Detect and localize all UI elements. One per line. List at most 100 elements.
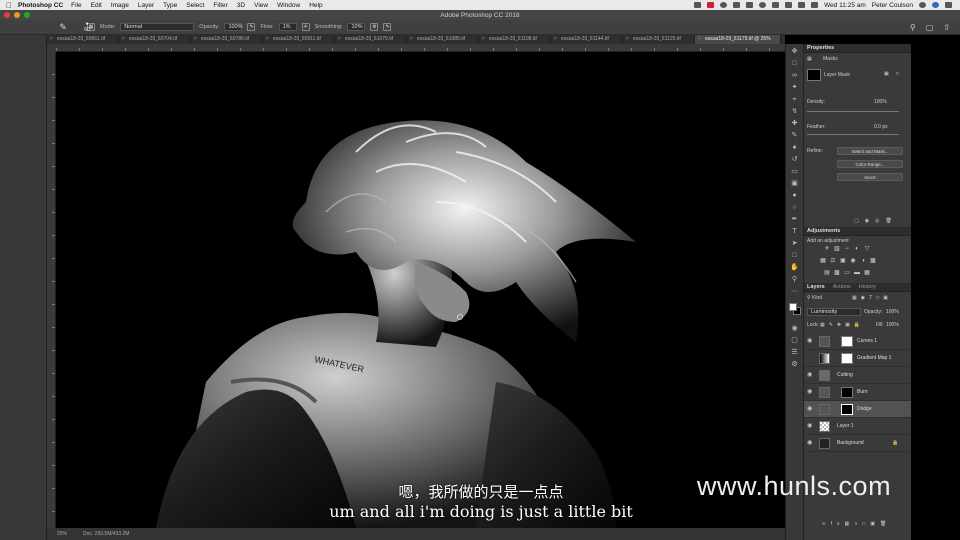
sync-icon[interactable] xyxy=(720,2,728,8)
visibility-eye-icon[interactable]: ◉ xyxy=(807,440,813,446)
adjustments-title[interactable]: Adjustments xyxy=(807,227,840,235)
menu-app-name[interactable]: Photoshop CC xyxy=(18,2,63,9)
path-selection-tool-icon[interactable]: ➤ xyxy=(790,240,800,247)
menu-type[interactable]: Type xyxy=(163,2,177,9)
doc-tab[interactable]: essua18-03_60661.tif xyxy=(47,35,119,44)
airbrush-icon[interactable]: ☀ xyxy=(301,23,310,31)
bluetooth-icon[interactable] xyxy=(759,2,767,8)
layer-filter[interactable]: ⚲ Kind xyxy=(807,295,822,301)
doc-tab[interactable]: essua18-03_60786.tif xyxy=(191,35,263,44)
layer-mask-thumb[interactable] xyxy=(841,353,853,364)
siri-icon[interactable] xyxy=(932,2,939,8)
doc-tab[interactable]: essua18-03_61125.tif xyxy=(623,35,695,44)
density-value[interactable]: 100% xyxy=(874,99,887,105)
eraser-tool-icon[interactable]: ▭ xyxy=(790,168,800,175)
app-status-icon[interactable] xyxy=(694,2,702,8)
doc-tab[interactable]: essua18-03_61144.tif xyxy=(551,35,623,44)
brightness-icon[interactable]: ☀ xyxy=(823,246,831,253)
adjust-toggle-icon[interactable]: ⚙ xyxy=(790,361,800,368)
menubar-clock[interactable]: Wed 11:25 am xyxy=(824,2,866,9)
layer-row-curves[interactable]: ◉ Curves 1 xyxy=(804,333,912,350)
brush-tool-icon[interactable]: ✎ xyxy=(56,22,70,33)
vertical-ruler[interactable] xyxy=(47,52,56,528)
flag-icon[interactable] xyxy=(811,2,819,8)
levels-icon[interactable]: ▧ xyxy=(833,246,841,253)
menu-select[interactable]: Select xyxy=(186,2,204,9)
tab-history[interactable]: History xyxy=(859,283,876,291)
properties-title[interactable]: Properties xyxy=(807,44,834,52)
opacity-field[interactable]: 100% xyxy=(224,23,243,31)
horizontal-ruler[interactable] xyxy=(56,44,785,52)
visibility-eye-icon[interactable]: ◉ xyxy=(807,389,813,395)
visibility-eye-icon[interactable]: ◉ xyxy=(807,423,813,429)
mode-select[interactable]: Normal xyxy=(120,23,195,31)
color-lookup-icon[interactable]: ▩ xyxy=(869,258,877,265)
search-tool-icon[interactable]: ⚲ xyxy=(910,23,916,32)
screen-mode-icon[interactable]: ▢ xyxy=(790,337,800,344)
doc-tab-active[interactable]: essua18-03_61179.tif @ 25% xyxy=(695,35,781,44)
foreground-color-swatch[interactable] xyxy=(789,303,797,311)
fill-value[interactable]: 100% xyxy=(886,322,899,328)
channel-mixer-icon[interactable]: ◑ xyxy=(859,258,867,265)
brush-preset-picker[interactable]: ● 60 xyxy=(80,21,94,34)
doc-size[interactable]: Doc: 293.5M/433.2M xyxy=(83,531,129,537)
apple-icon[interactable]:  xyxy=(0,1,18,10)
zoom-tool-icon[interactable]: ⚲ xyxy=(790,276,800,283)
display-icon[interactable] xyxy=(746,2,754,8)
cloud-icon[interactable] xyxy=(733,2,741,8)
layer-mask-thumb[interactable] xyxy=(841,387,853,398)
layer-row-dodge[interactable]: ◉ Dodge xyxy=(804,401,912,418)
workspace-icon[interactable]: ▢ xyxy=(926,23,934,32)
document-canvas[interactable]: WHATEVER xyxy=(56,52,785,528)
menu-help[interactable]: Help xyxy=(309,2,322,9)
lasso-tool-icon[interactable]: ∞ xyxy=(790,72,800,79)
menu-filter[interactable]: Filter xyxy=(213,2,227,9)
smoothing-options-gear-icon[interactable]: ⚙ xyxy=(370,23,379,31)
magic-wand-tool-icon[interactable]: ✦ xyxy=(790,84,800,91)
pen-tool-icon[interactable]: ✒ xyxy=(790,216,800,223)
battery-icon[interactable] xyxy=(798,2,806,8)
pressure-size-icon[interactable]: ✎ xyxy=(383,23,392,31)
exposure-icon[interactable]: ◐ xyxy=(853,246,861,253)
blend-mode-select[interactable]: Luminosity xyxy=(807,308,861,316)
gradient-tool-icon[interactable]: ▣ xyxy=(790,180,800,187)
menu-image[interactable]: Image xyxy=(111,2,129,9)
hand-tool-icon[interactable]: ✋ xyxy=(790,264,800,271)
photo-filter-icon[interactable]: ◉ xyxy=(849,258,857,265)
vibrance-icon[interactable]: ▽ xyxy=(863,246,871,253)
pressure-opacity-icon[interactable]: ✎ xyxy=(247,23,256,31)
gradient-map-icon[interactable]: ▬ xyxy=(853,270,861,277)
notification-center-icon[interactable] xyxy=(945,2,952,8)
layer-mask-thumb[interactable] xyxy=(841,404,853,415)
type-tool-icon[interactable]: T xyxy=(790,228,800,235)
feather-slider[interactable] xyxy=(807,134,899,135)
menu-file[interactable]: File xyxy=(71,2,81,9)
eyedropper-tool-icon[interactable]: ↯ xyxy=(790,108,800,115)
feather-value[interactable]: 0.0 px xyxy=(874,124,888,130)
layer-row-background[interactable]: ◉ Background 🔒 xyxy=(804,435,912,452)
quick-mask-icon[interactable]: ◉ xyxy=(790,325,800,332)
hue-saturation-icon[interactable]: ▦ xyxy=(819,258,827,265)
doc-tab[interactable]: essua18-03_61108.tif xyxy=(479,35,551,44)
menu-edit[interactable]: Edit xyxy=(91,2,102,9)
layer-filter-icons[interactable]: ▦◉T□▣ xyxy=(852,295,892,301)
layer-filter-kind[interactable]: Kind xyxy=(812,295,822,301)
tab-layers[interactable]: Layers xyxy=(807,283,825,291)
smoothing-field[interactable]: 10% xyxy=(347,23,366,31)
menu-layer[interactable]: Layer xyxy=(138,2,154,9)
color-range-button[interactable]: Color Range... xyxy=(837,160,903,168)
dodge-tool-icon[interactable]: ○ xyxy=(790,204,800,211)
color-balance-icon[interactable]: ⚖ xyxy=(829,258,837,265)
adjustments-panel-header[interactable]: Adjustments xyxy=(804,227,912,236)
healing-brush-tool-icon[interactable]: ✚ xyxy=(790,120,800,127)
doc-tab[interactable]: essua18-03_61079.tif xyxy=(335,35,407,44)
properties-panel-header[interactable]: Properties xyxy=(804,44,912,53)
layer-name[interactable]: Burn xyxy=(857,389,868,395)
layer-name[interactable]: Cutting xyxy=(837,372,853,378)
posterize-icon[interactable]: ▩ xyxy=(833,270,841,277)
black-white-icon[interactable]: ▣ xyxy=(839,258,847,265)
layer-row-cutting[interactable]: ◉ Cutting xyxy=(804,367,912,384)
crop-tool-icon[interactable]: ⌖ xyxy=(790,96,800,103)
flow-field[interactable]: 1% xyxy=(278,23,297,31)
selective-color-icon[interactable]: ▦ xyxy=(863,270,871,277)
